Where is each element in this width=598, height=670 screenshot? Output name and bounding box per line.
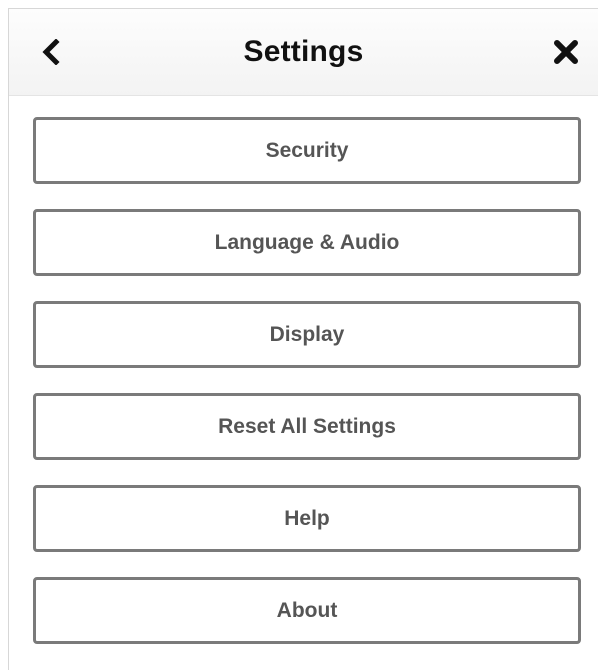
security-button[interactable]: Security (33, 117, 581, 184)
language-audio-button[interactable]: Language & Audio (33, 209, 581, 276)
reset-all-settings-label: Reset All Settings (218, 414, 396, 438)
language-audio-label: Language & Audio (214, 230, 400, 254)
page-title: Settings (243, 35, 364, 68)
settings-menu: Security Language & Audio Display Reset … (9, 96, 598, 644)
close-icon (554, 40, 578, 64)
about-button[interactable]: About (33, 577, 581, 644)
display-button[interactable]: Display (33, 301, 581, 368)
about-label: About (276, 598, 338, 622)
help-label: Help (284, 506, 330, 530)
chevron-left-icon (42, 39, 60, 65)
display-label: Display (269, 322, 345, 346)
reset-all-settings-button[interactable]: Reset All Settings (33, 393, 581, 460)
security-label: Security (265, 138, 349, 162)
settings-panel: Settings Security Language & Audio Displ… (8, 8, 598, 670)
back-button[interactable] (21, 9, 81, 95)
settings-header: Settings (9, 9, 598, 96)
close-button[interactable] (536, 9, 596, 95)
help-button[interactable]: Help (33, 485, 581, 552)
